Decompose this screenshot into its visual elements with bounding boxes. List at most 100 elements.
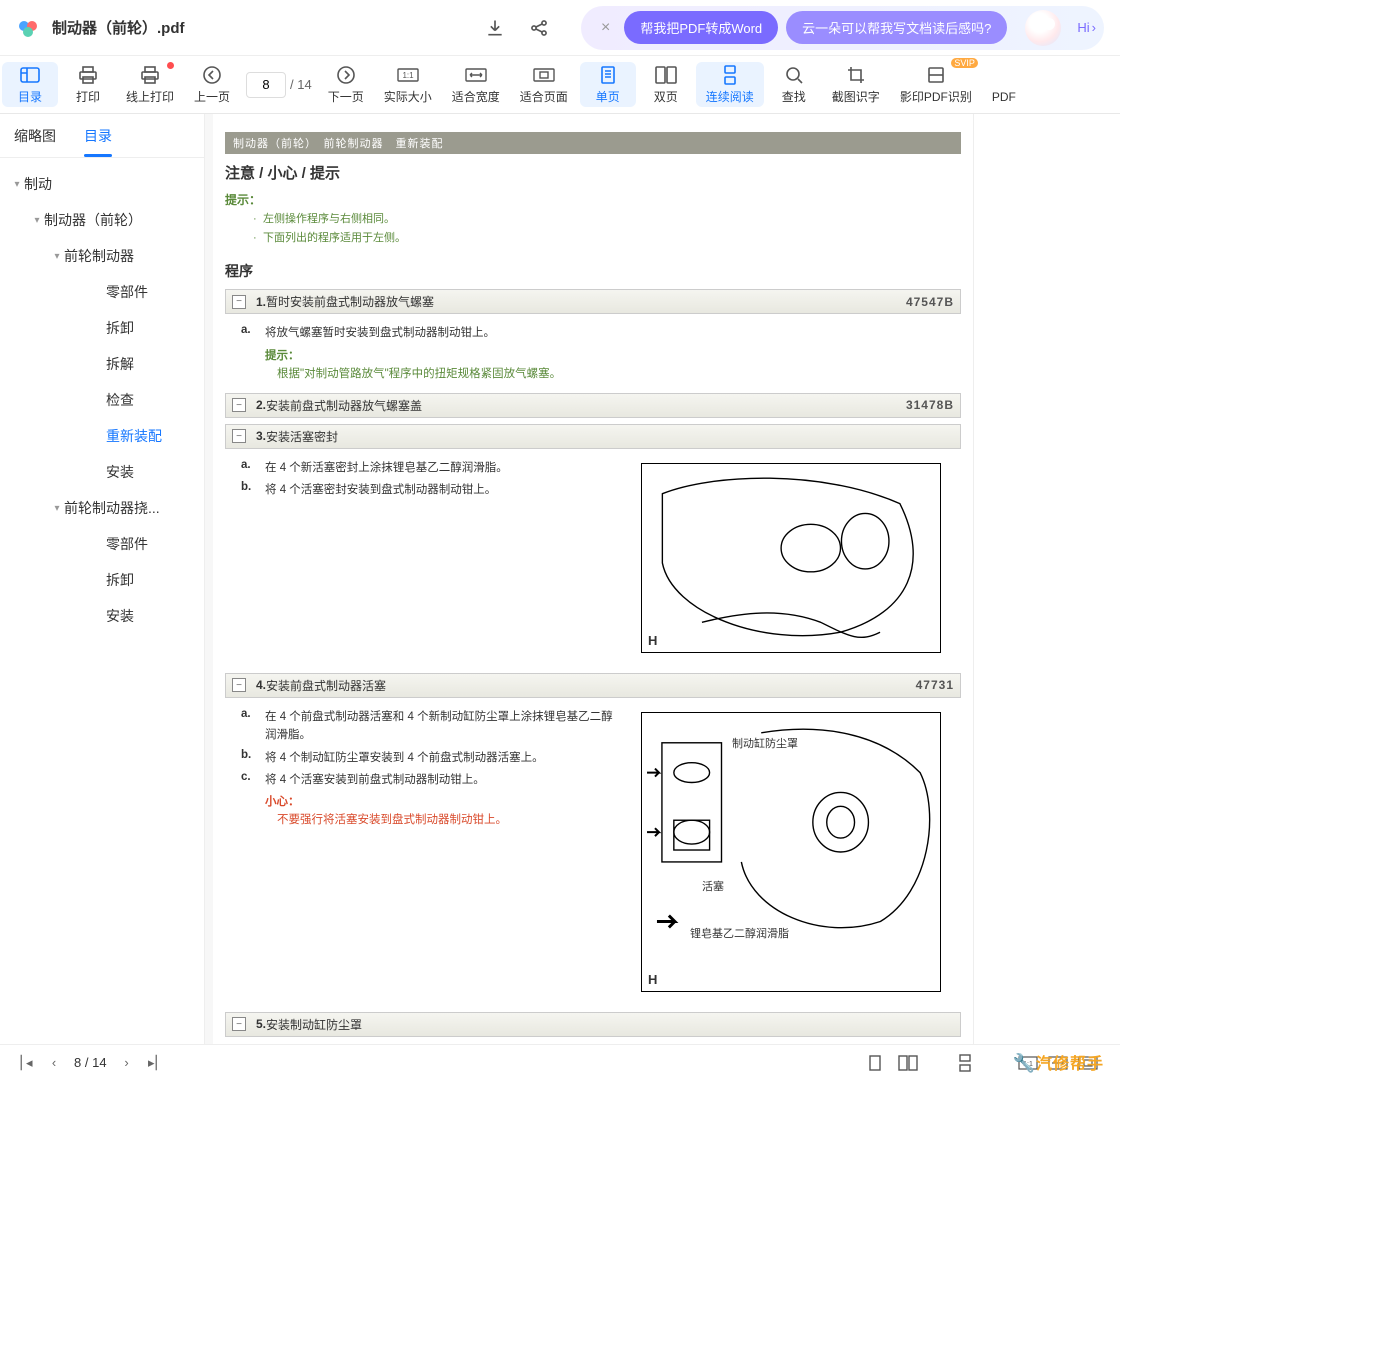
outline-item[interactable]: 检查 — [0, 382, 204, 418]
single-page-icon — [600, 64, 616, 86]
caret-icon: ▾ — [10, 179, 24, 190]
outline-item[interactable]: 零部件 — [0, 274, 204, 310]
download-button[interactable] — [479, 12, 511, 44]
tool-online-print[interactable]: 线上打印 — [116, 56, 184, 113]
outline-item[interactable]: 零部件 — [0, 526, 204, 562]
tool-actual-size[interactable]: 1:1 实际大小 — [374, 56, 442, 113]
document-viewport[interactable]: 制动器（前轮） 前轮制动器 重新装配 注意 / 小心 / 提示 提示： 左侧操作… — [205, 114, 1120, 1044]
tool-find[interactable]: 查找 — [766, 56, 822, 113]
outline-item[interactable]: 安装 — [0, 598, 204, 634]
caret-icon: ▾ — [50, 251, 64, 262]
outline-label: 拆解 — [106, 354, 134, 374]
tool-continuous[interactable]: 连续阅读 — [696, 62, 764, 107]
pdf-page: 制动器（前轮） 前轮制动器 重新装配 注意 / 小心 / 提示 提示： 左侧操作… — [213, 114, 973, 1044]
attention-heading: 注意 / 小心 / 提示 — [225, 162, 961, 183]
outline-item[interactable]: 拆解 — [0, 346, 204, 382]
double-page-icon — [655, 64, 677, 86]
last-page-button[interactable]: ▸⎢ — [141, 1055, 169, 1071]
right-gutter — [973, 114, 1120, 1044]
prev-page-button[interactable]: ‹ — [40, 1055, 68, 1070]
tool-ocr-pdf[interactable]: SVIP 影印PDF识别 — [890, 56, 982, 113]
outline-label: 安装 — [106, 462, 134, 482]
svg-text:1:1: 1:1 — [402, 71, 414, 80]
tool-single-page[interactable]: 单页 — [580, 62, 636, 107]
caret-icon: ▾ — [50, 503, 64, 514]
tool-label: 适合宽度 — [452, 88, 500, 105]
tab-thumbnails[interactable]: 缩略图 — [0, 114, 70, 157]
next-page-button[interactable]: › — [113, 1055, 141, 1070]
status-bar: ⎢◂ ‹ 8 / 14 › ▸⎢ 1:1 🔧汽修帮手 — [0, 1044, 1120, 1080]
tool-double-page[interactable]: 双页 — [638, 56, 694, 113]
step-header[interactable]: −5.安装制动缸防尘罩 — [225, 1012, 961, 1037]
outline-tree: ▾制动▾制动器（前轮）▾前轮制动器零部件拆卸拆解检查重新装配安装▾前轮制动器挠.… — [0, 158, 204, 1044]
ratio-icon: 1:1 — [397, 64, 419, 86]
figure-label: 锂皂基乙二醇润滑脂 — [690, 925, 789, 941]
step-body: a.在 4 个新活塞密封上涂抹锂皂基乙二醇润滑脂。b.将 4 个活塞密封安装到盘… — [241, 455, 961, 661]
diagram-figure: H — [641, 463, 941, 653]
hint-list: 左侧操作程序与右侧相同。 下面列出的程序适用于左侧。 — [253, 210, 961, 247]
tool-label: 线上打印 — [126, 88, 174, 105]
step-header[interactable]: −4.安装前盘式制动器活塞47731 — [225, 673, 961, 698]
step-header[interactable]: −2.安装前盘式制动器放气螺塞盖31478B — [225, 393, 961, 418]
footer-single-page-icon[interactable] — [868, 1055, 898, 1071]
collapse-icon: − — [232, 398, 246, 412]
collapse-icon: − — [232, 295, 246, 309]
step-body: a.将放气螺塞暂时安装到盘式制动器制动钳上。提示：根据"对制动管路放气"程序中的… — [241, 320, 961, 380]
part-code: 31478B — [906, 398, 954, 412]
hi-button[interactable]: Hi› — [1077, 20, 1096, 35]
tool-prev-page[interactable]: 上一页 — [184, 56, 240, 113]
outline-item[interactable]: ▾制动 — [0, 166, 204, 202]
outline-label: 前轮制动器 — [64, 246, 134, 266]
promo-pdf-to-word[interactable]: 帮我把PDF转成Word — [624, 11, 778, 44]
tool-toc[interactable]: 目录 — [2, 62, 58, 107]
scan-icon — [927, 64, 945, 86]
outline-item[interactable]: 拆卸 — [0, 562, 204, 598]
footer-double-page-icon[interactable] — [898, 1055, 928, 1071]
outline-label: 拆卸 — [106, 570, 134, 590]
part-code: 47731 — [916, 678, 954, 692]
tool-label: 连续阅读 — [706, 88, 754, 105]
step-body: a.在 4 个前盘式制动器活塞和 4 个新制动缸防尘罩上涂抹锂皂基乙二醇润滑脂。… — [241, 704, 961, 1000]
page-number-input[interactable] — [246, 72, 286, 98]
first-page-button[interactable]: ⎢◂ — [12, 1055, 40, 1071]
print-icon — [78, 64, 98, 86]
outline-item[interactable]: 重新装配 — [0, 418, 204, 454]
tool-label: 上一页 — [194, 88, 230, 105]
step-header[interactable]: −1.暂时安装前盘式制动器放气螺塞47547B — [225, 289, 961, 314]
main-toolbar: 目录 打印 线上打印 上一页 / 14 下一页 1:1 实际大小 适合宽度 — [0, 56, 1120, 114]
document-title: 制动器（前轮）.pdf — [52, 17, 185, 38]
tool-fit-width[interactable]: 适合宽度 — [442, 56, 510, 113]
app-logo-icon — [16, 16, 40, 40]
breadcrumb: 制动器（前轮） 前轮制动器 重新装配 — [225, 132, 961, 154]
figure-label: 活塞 — [702, 878, 724, 894]
step-header[interactable]: −3.安装活塞密封 — [225, 424, 961, 449]
chevron-left-circle-icon — [202, 64, 222, 86]
outline-item[interactable]: ▾前轮制动器 — [0, 238, 204, 274]
tool-ocr-crop[interactable]: 截图识字 — [822, 56, 890, 113]
outline-item[interactable]: 拆卸 — [0, 310, 204, 346]
promo-close-button[interactable]: × — [595, 19, 616, 37]
outline-label: 拆卸 — [106, 318, 134, 338]
chevron-right-circle-icon — [336, 64, 356, 86]
crop-icon — [847, 64, 865, 86]
outline-item[interactable]: ▾前轮制动器挠... — [0, 490, 204, 526]
tool-pdf-more[interactable]: PDF — [982, 56, 1016, 113]
cloud-print-icon — [140, 64, 160, 86]
tool-print[interactable]: 打印 — [60, 56, 116, 113]
tool-label: PDF — [992, 90, 1016, 104]
footer-continuous-icon[interactable] — [958, 1054, 988, 1072]
tool-label: 单页 — [596, 88, 620, 105]
tab-outline[interactable]: 目录 — [70, 114, 126, 157]
outline-item[interactable]: 安装 — [0, 454, 204, 490]
app-header: 制动器（前轮）.pdf × 帮我把PDF转成Word 云一朵可以帮我写文档读后感… — [0, 0, 1120, 56]
promo-ai-summary[interactable]: 云一朵可以帮我写文档读后感吗? — [786, 11, 1007, 44]
assistant-avatar-icon[interactable] — [1025, 10, 1061, 46]
tool-fit-page[interactable]: 适合页面 — [510, 56, 578, 113]
fit-page-icon — [533, 64, 555, 86]
outline-item[interactable]: ▾制动器（前轮） — [0, 202, 204, 238]
tool-next-page[interactable]: 下一页 — [318, 56, 374, 113]
tool-label: 实际大小 — [384, 88, 432, 105]
outline-label: 零部件 — [106, 282, 148, 302]
share-button[interactable] — [523, 12, 555, 44]
tool-label: 双页 — [654, 88, 678, 105]
